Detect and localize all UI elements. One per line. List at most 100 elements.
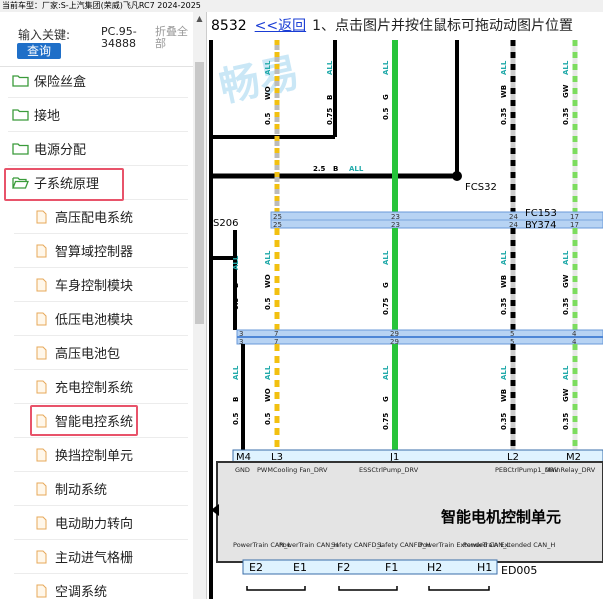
tree-folder-label: 电源分配 xyxy=(34,143,87,158)
ecu-bottom-pin: E2 xyxy=(249,561,263,574)
sidebar-scrollbar[interactable]: ▲ xyxy=(193,12,206,599)
mid-wire-tag: ALL xyxy=(562,250,570,265)
tree-doc[interactable]: 高压电池包 xyxy=(36,336,120,369)
upper-wire-tag: ALL xyxy=(382,60,390,75)
mid-wire-code: GW xyxy=(562,274,570,288)
drag-hint: 1、点击图片并按住鼠标可拖动动图片位置 xyxy=(312,18,574,34)
low-wire-spec: 0.75 xyxy=(382,413,390,430)
tree-doc-label: 电动助力转向 xyxy=(55,517,134,532)
tree-doc[interactable]: 低压电池模块 xyxy=(36,302,133,335)
tree-doc[interactable]: 电动助力转向 xyxy=(36,506,133,539)
query-button[interactable]: 查询 xyxy=(17,43,61,59)
conn1-pin: 25 xyxy=(273,213,282,221)
document-icon xyxy=(36,380,47,394)
upper-wire-spec: 0.35 xyxy=(562,108,570,125)
tree-folder-label: 保险丝盒 xyxy=(34,75,87,90)
tree-doc-label: 空调系统 xyxy=(55,585,108,599)
back-link[interactable]: <<返回 xyxy=(255,18,306,34)
mid-wire-tag: ALL xyxy=(264,250,272,265)
upper-wire-tag: ALL xyxy=(326,60,334,75)
tree-doc[interactable]: 车身控制模块 xyxy=(36,268,133,301)
mid-wire-tag: ALL xyxy=(382,250,390,265)
upper-wire-code: B xyxy=(326,95,334,100)
main-panel: 8532 <<返回 1、点击图片并按住鼠标可拖动动图片位置 畅易 0.5 WO AL… xyxy=(207,12,603,599)
scroll-up-icon[interactable]: ▲ xyxy=(193,12,206,25)
folder-icon xyxy=(12,108,29,121)
low-wire-tag: ALL xyxy=(562,365,570,380)
ecu-top-label: GND xyxy=(235,466,250,474)
fcs-label: FCS32 xyxy=(465,182,497,193)
mid-wire-spec: 0.5 xyxy=(232,297,240,310)
upper-wire-spec: 0.75 xyxy=(326,108,334,125)
document-icon xyxy=(36,346,47,360)
low-wire-code: WO xyxy=(264,388,272,402)
page-number: 8532 xyxy=(211,18,247,34)
ecu-top-label: MainRelay_DRV xyxy=(545,466,596,474)
conn2-pin: 7 xyxy=(274,330,278,338)
mid-wire-code: B xyxy=(232,283,240,288)
conn2-pin: 5 xyxy=(510,330,514,338)
collapse-all-button[interactable]: 折叠全部 xyxy=(155,26,191,50)
tree-doc[interactable]: 智算域控制器 xyxy=(36,234,133,267)
watermark: 畅易 xyxy=(215,50,303,112)
tree-doc[interactable]: 制动系统 xyxy=(36,472,107,505)
conn1-pin: 23 xyxy=(391,213,400,221)
tree-folder[interactable]: 电源分配 xyxy=(12,132,86,165)
ecu-title: 智能电机控制单元 xyxy=(441,508,561,526)
conn1-pin: 23 xyxy=(391,221,400,229)
ecu-bottom-label: PowerTrain CAN_H xyxy=(279,541,338,549)
tree-doc[interactable]: 高压配电系统 xyxy=(36,200,133,233)
tree-doc-label: 高压配电系统 xyxy=(55,211,134,226)
ecu-top-label: ESSCtrlPump_DRV xyxy=(359,466,419,474)
mid-wire-spec: 0.35 xyxy=(562,298,570,315)
folder-icon xyxy=(12,74,29,87)
highlight-box xyxy=(4,168,124,201)
document-icon xyxy=(36,448,47,462)
conn1-pin: 25 xyxy=(273,221,282,229)
highlight-box xyxy=(30,405,138,436)
low-wire-spec: 0.35 xyxy=(562,413,570,430)
search-label: 输入关键: xyxy=(18,28,71,42)
document-icon xyxy=(36,550,47,564)
low-wire-code: GW xyxy=(562,388,570,402)
window-title: 当前车型：厂家:S-上汽集团(荣威)飞凡RC7 2024-2025 xyxy=(0,0,603,12)
low-wire-spec: 0.5 xyxy=(264,412,272,425)
tree-doc-label: 车身控制模块 xyxy=(55,279,134,294)
tree-folder[interactable]: 接地 xyxy=(12,98,60,131)
low-wire-code: WB xyxy=(500,389,508,402)
conn1-pin: 17 xyxy=(570,213,579,221)
upper-wire-code: GW xyxy=(562,84,570,98)
ecu-top-label: PWMCooling Fan_DRV xyxy=(257,466,328,474)
ecu-bottom-pin: F1 xyxy=(385,561,398,574)
scroll-thumb[interactable] xyxy=(195,62,204,324)
ecu-bottom-pin: H2 xyxy=(427,561,442,574)
search-code[interactable]: PC.95-34888 xyxy=(101,26,147,50)
tree-doc[interactable]: 空调系统 xyxy=(36,574,107,599)
mid-wire-spec: 0.5 xyxy=(264,297,272,310)
mid-wire-code: G xyxy=(382,282,390,288)
ecu-bottom-label: Safety CANFD_L xyxy=(331,541,384,549)
upper-wire-tag: ALL xyxy=(500,60,508,75)
document-icon xyxy=(36,516,47,530)
sidebar: 输入关键: 查询 PC.95-34888 折叠全部 保险丝盒 接地 电源分配 子系统原… xyxy=(0,12,207,599)
tree-doc[interactable]: 换挡控制单元 xyxy=(36,438,133,471)
tree-doc-label: 高压电池包 xyxy=(55,347,121,362)
document-icon xyxy=(36,210,47,224)
ecu-bottom-label: PowerTrain Extended CAN_H xyxy=(463,541,555,549)
tree-doc-label: 充电控制系统 xyxy=(55,381,134,396)
upper-wire-spec: 0.35 xyxy=(500,108,508,125)
low-wire-tag: ALL xyxy=(264,365,272,380)
tree-doc[interactable]: 充电控制系统 xyxy=(36,370,133,403)
mid-wire-tag: ALL xyxy=(232,255,240,270)
hwire-code: B xyxy=(333,165,338,173)
upper-wire-code: WO xyxy=(264,86,272,100)
tree-doc[interactable]: 主动进气格栅 xyxy=(36,540,133,573)
mid-wire-code: WB xyxy=(500,275,508,288)
tree-folder[interactable]: 保险丝盒 xyxy=(12,64,86,97)
conn2-pin: 4 xyxy=(572,330,577,338)
hwire-tag: ALL xyxy=(349,165,364,173)
upper-wire-tag: ALL xyxy=(264,60,272,75)
document-icon xyxy=(36,312,47,326)
wiring-diagram[interactable]: 畅易 0.5 WO ALL 0.75 B ALL 0.5 G ALL 0.35 … xyxy=(207,40,603,599)
document-icon xyxy=(36,244,47,258)
